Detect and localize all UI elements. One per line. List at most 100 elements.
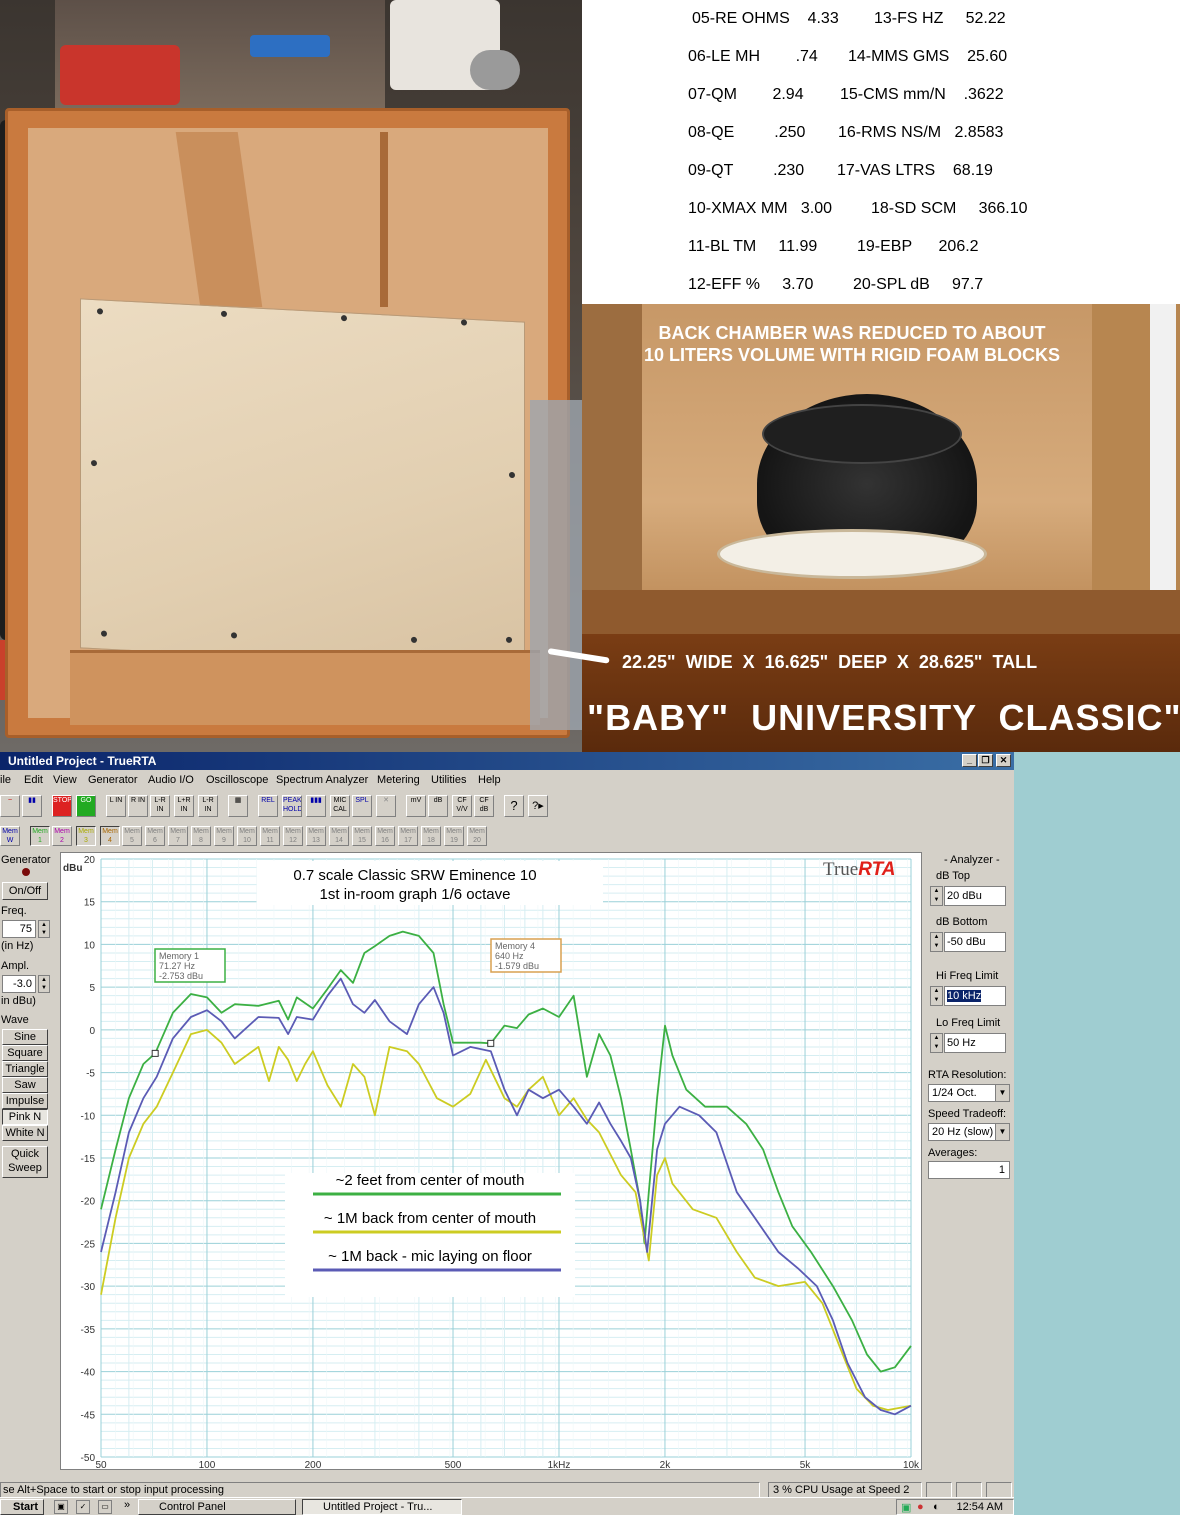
- stop-button[interactable]: STOP: [52, 795, 72, 817]
- taskbar-truerta[interactable]: Untitled Project - Tru...: [302, 1499, 462, 1515]
- menu-view[interactable]: View: [53, 774, 77, 786]
- wave-white-noise-button[interactable]: White N: [2, 1125, 48, 1141]
- l-minus-r-in-button[interactable]: L-R IN: [198, 795, 218, 817]
- cf-db-button[interactable]: CF dB: [474, 795, 494, 817]
- wave-sine-button[interactable]: Sine: [2, 1029, 48, 1045]
- mem-14-button[interactable]: Mem 14: [329, 826, 349, 846]
- quicklaunch-icon[interactable]: ✓: [76, 1500, 90, 1514]
- cf-vv-button[interactable]: CF V/V: [452, 795, 472, 817]
- wave-pink-noise-button[interactable]: Pink N: [2, 1109, 48, 1125]
- l-plus-r-in-button[interactable]: L+R IN: [174, 795, 194, 817]
- ampl-input[interactable]: -3.0: [2, 975, 36, 993]
- mem-17-button[interactable]: Mem 17: [398, 826, 418, 846]
- rel-button[interactable]: REL: [258, 795, 278, 817]
- menu-file[interactable]: ile: [0, 774, 11, 786]
- menu-metering[interactable]: Metering: [377, 774, 420, 786]
- db-top-spinner[interactable]: ▲ ▼: [930, 886, 943, 906]
- network-icon[interactable]: ▣: [901, 1501, 911, 1514]
- mem-6-button[interactable]: Mem 6: [145, 826, 165, 846]
- bars-icon[interactable]: ▮▮▮: [306, 795, 326, 817]
- on-off-button[interactable]: On/Off: [2, 882, 48, 900]
- l-r-in-button[interactable]: L-R IN: [150, 795, 170, 817]
- back-chamber-caption: BACK CHAMBER WAS REDUCED TO ABOUT 10 LIT…: [582, 322, 1122, 366]
- mem-12-button[interactable]: Mem 12: [283, 826, 303, 846]
- mem-2-button[interactable]: Mem 2: [52, 826, 72, 846]
- wave-saw-button[interactable]: Saw: [2, 1077, 48, 1093]
- rta-resolution-select[interactable]: 1/24 Oct. ▼: [928, 1084, 1010, 1102]
- cancel-icon[interactable]: ✕: [376, 795, 396, 817]
- averages-label: Averages:: [928, 1147, 978, 1159]
- db-bottom-input[interactable]: -50 dBu: [944, 932, 1006, 952]
- volume-icon[interactable]: ◐: [933, 1501, 940, 1513]
- db-top-input[interactable]: 20 dBu: [944, 886, 1006, 906]
- y-tick-label: -30: [81, 1282, 96, 1293]
- restore-button[interactable]: ❐: [978, 754, 993, 767]
- mem-18-button[interactable]: Mem 18: [421, 826, 441, 846]
- mem-10-button[interactable]: Mem 10: [237, 826, 257, 846]
- mem-4-button[interactable]: Mem 4: [100, 826, 120, 846]
- minimize-button[interactable]: _: [962, 754, 977, 767]
- mem-w-button[interactable]: Mem W: [0, 826, 20, 846]
- menu-spectrum-analyzer[interactable]: Spectrum Analyzer: [276, 774, 368, 786]
- desktop-icon[interactable]: ▭: [98, 1500, 112, 1514]
- mem-20-button[interactable]: Mem 20: [467, 826, 487, 846]
- db-bottom-spinner[interactable]: ▲ ▼: [930, 932, 943, 952]
- context-help-icon[interactable]: ?▸: [528, 795, 548, 817]
- mv-button[interactable]: mV: [406, 795, 426, 817]
- spl-button[interactable]: SPL: [352, 795, 372, 817]
- db-button[interactable]: dB: [428, 795, 448, 817]
- lo-freq-input[interactable]: 50 Hz: [944, 1033, 1006, 1053]
- waveform-icon[interactable]: ~: [0, 795, 20, 817]
- mem-13-button[interactable]: Mem 13: [306, 826, 326, 846]
- wave-triangle-button[interactable]: Triangle: [2, 1061, 48, 1077]
- mem-8-button[interactable]: Mem 8: [191, 826, 211, 846]
- menu-edit[interactable]: Edit: [24, 774, 43, 786]
- tray-icon[interactable]: ●: [917, 1501, 924, 1513]
- chevron-right-icon[interactable]: »: [124, 1499, 130, 1511]
- hi-freq-spinner[interactable]: ▲ ▼: [930, 986, 943, 1006]
- mem-5-button[interactable]: Mem 5: [122, 826, 142, 846]
- mem-7-button[interactable]: Mem 7: [168, 826, 188, 846]
- go-button[interactable]: GO: [76, 795, 96, 817]
- right-in-button[interactable]: R IN: [128, 795, 148, 817]
- menu-generator[interactable]: Generator: [88, 774, 138, 786]
- menu-help[interactable]: Help: [478, 774, 501, 786]
- mem-16-button[interactable]: Mem 16: [375, 826, 395, 846]
- mem-3-button[interactable]: Mem 3: [76, 826, 96, 846]
- taskbar-control-panel[interactable]: Control Panel: [138, 1499, 296, 1515]
- menu-utilities[interactable]: Utilities: [431, 774, 466, 786]
- menu-oscilloscope[interactable]: Oscilloscope: [206, 774, 268, 786]
- spec-left: 10-XMAX MM 3.00: [688, 200, 833, 217]
- quick-sweep-button[interactable]: Quick Sweep: [2, 1146, 48, 1178]
- close-button[interactable]: ✕: [996, 754, 1011, 767]
- left-in-button[interactable]: L IN: [106, 795, 126, 817]
- ampl-spinner[interactable]: ▲ ▼: [38, 975, 50, 993]
- help-icon[interactable]: ?: [504, 795, 524, 817]
- wave-impulse-button[interactable]: Impulse: [2, 1093, 48, 1109]
- mem-11-button[interactable]: Mem 11: [260, 826, 280, 846]
- quicklaunch-icon[interactable]: ▣: [54, 1500, 68, 1514]
- mem-19-button[interactable]: Mem 19: [444, 826, 464, 846]
- start-button[interactable]: Start: [0, 1499, 44, 1515]
- mem-15-button[interactable]: Mem 15: [352, 826, 372, 846]
- chevron-down-icon[interactable]: ▼: [995, 1124, 1009, 1140]
- y-tick-label: -45: [81, 1410, 96, 1421]
- freq-input[interactable]: 75: [2, 920, 36, 938]
- lo-freq-spinner[interactable]: ▲ ▼: [930, 1033, 943, 1053]
- freq-spinner[interactable]: ▲ ▼: [38, 920, 50, 938]
- wave-square-button[interactable]: Square: [2, 1045, 48, 1061]
- averages-input[interactable]: 1: [928, 1161, 1010, 1179]
- peak-hold-button[interactable]: PEAK HOLD: [282, 795, 302, 817]
- grid-icon[interactable]: ▦: [228, 795, 248, 817]
- driver-photo: BACK CHAMBER WAS REDUCED TO ABOUT 10 LIT…: [582, 304, 1180, 752]
- spec-row: 07-QM 2.94 15-CMS mm/N .3622: [582, 86, 1180, 108]
- mic-cal-button[interactable]: MIC CAL: [330, 795, 350, 817]
- mem-9-button[interactable]: Mem 9: [214, 826, 234, 846]
- hi-freq-input[interactable]: 10 kHz: [944, 986, 1006, 1006]
- speed-tradeoff-select[interactable]: 20 Hz (slow) ▼: [928, 1123, 1010, 1141]
- x-tick-label: 50: [95, 1460, 107, 1471]
- chevron-down-icon[interactable]: ▼: [995, 1085, 1009, 1101]
- menu-audio-io[interactable]: Audio I/O: [148, 774, 194, 786]
- mem-1-button[interactable]: Mem 1: [30, 826, 50, 846]
- spectrum-icon[interactable]: ▮▮: [22, 795, 42, 817]
